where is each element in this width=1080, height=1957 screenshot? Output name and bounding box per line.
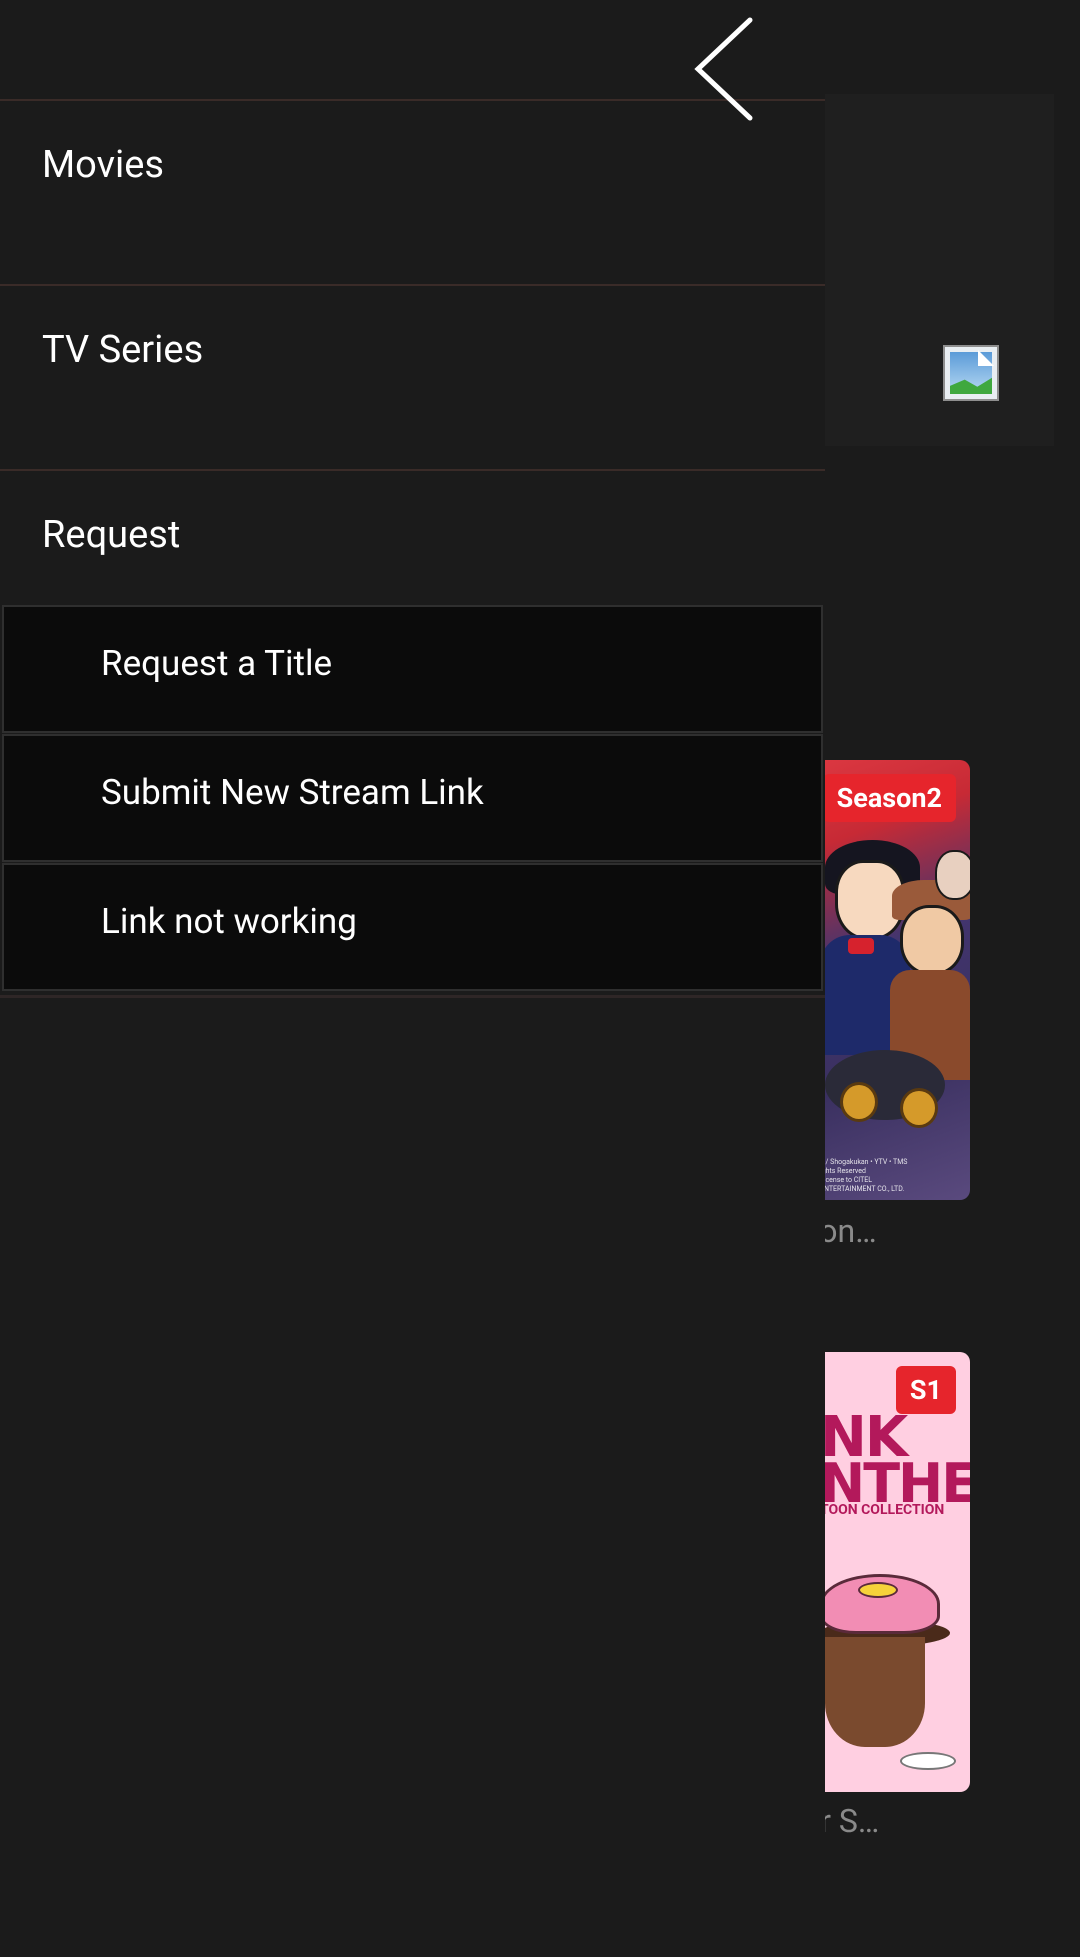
submenu-item-link-not-working[interactable]: Link not working xyxy=(2,863,823,991)
drawer-item-request[interactable]: Request xyxy=(0,469,825,605)
submenu-item-label: Submit New Stream Link xyxy=(101,772,484,813)
drawer-item-label: Request xyxy=(42,513,181,557)
submenu-item-request-title[interactable]: Request a Title xyxy=(2,605,823,733)
poster-art-subtitle: TOON COLLECTION xyxy=(820,1502,945,1518)
season-badge: Season2 xyxy=(822,774,956,822)
submenu-item-label: Request a Title xyxy=(101,643,333,684)
season-badge: S1 xyxy=(895,1366,956,1414)
drawer-item-label: TV Series xyxy=(42,328,204,372)
submenu-item-label: Link not working xyxy=(101,901,357,942)
drawer-item-tv-series[interactable]: TV Series xyxy=(0,284,825,468)
navigation-drawer: Movies TV Series Request Request a Title… xyxy=(0,0,825,1957)
broken-image-icon xyxy=(943,345,999,401)
screen: a / Shogakukan • YTV • TMS ights Reserve… xyxy=(0,0,1080,1957)
back-button[interactable] xyxy=(688,14,760,124)
drawer-item-movies[interactable]: Movies xyxy=(0,99,825,283)
chevron-left-icon xyxy=(694,17,753,121)
drawer-item-label: Movies xyxy=(42,143,164,187)
divider xyxy=(0,995,825,998)
submenu-item-submit-stream-link[interactable]: Submit New Stream Link xyxy=(2,734,823,862)
poster-copyright-text: a / Shogakukan • YTV • TMS ights Reserve… xyxy=(820,1158,908,1193)
